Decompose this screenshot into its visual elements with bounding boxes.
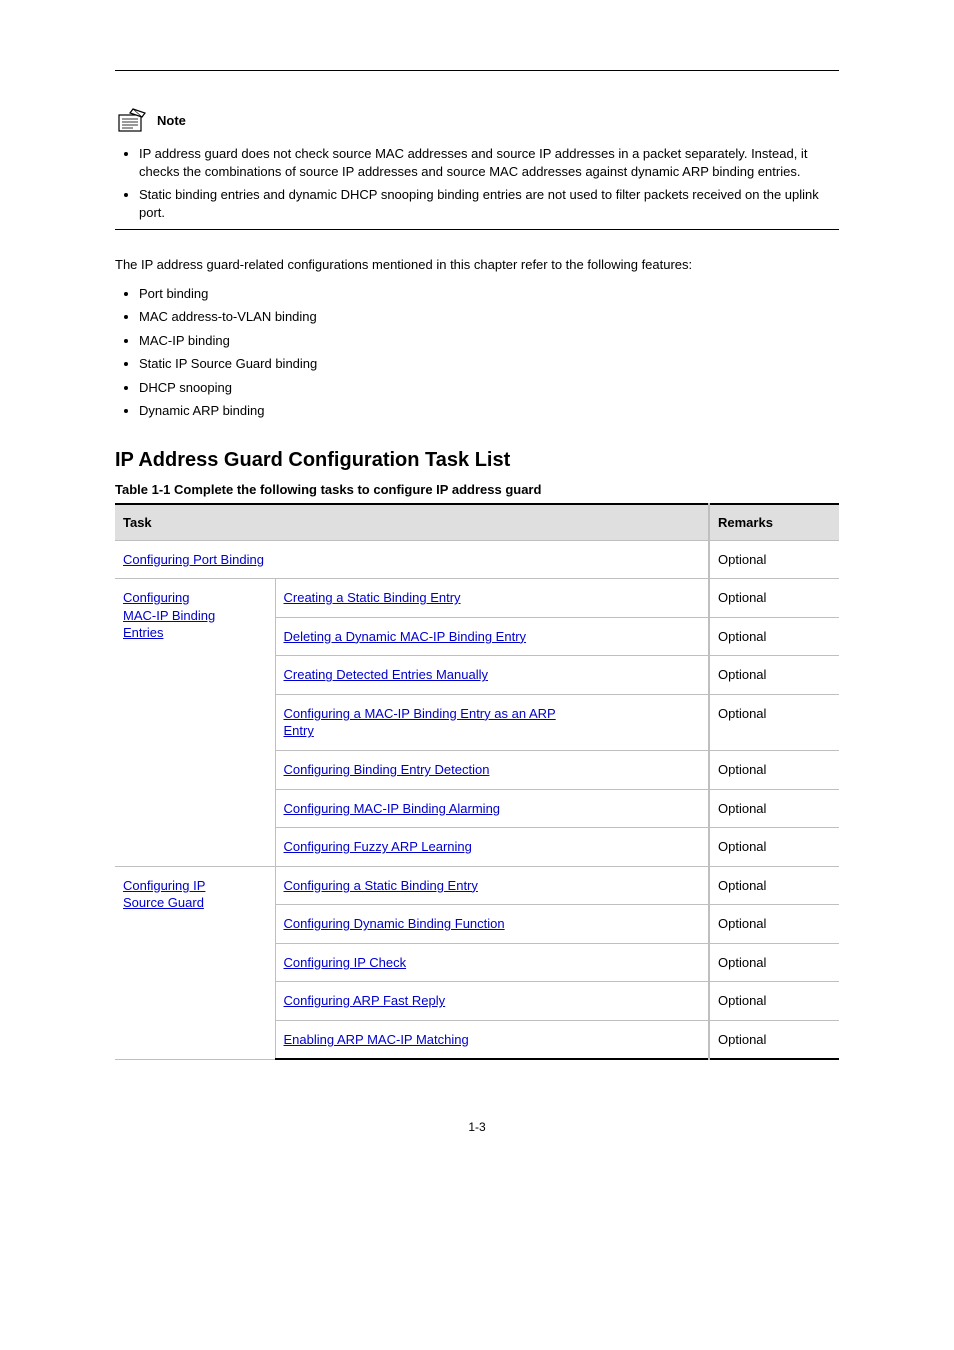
subtask-cell: Configuring Binding Entry Detection — [275, 751, 709, 790]
subtask-cell: Configuring Dynamic Binding Function — [275, 905, 709, 944]
remarks-cell: Optional — [709, 694, 839, 750]
subtask-cell: Configuring ARP Fast Reply — [275, 982, 709, 1021]
link-creating-static-binding-entry[interactable]: Creating a Static Binding Entry — [284, 590, 461, 605]
link-creating-detected-entries[interactable]: Creating Detected Entries Manually — [284, 667, 489, 682]
subtask-cell: Configuring MAC-IP Binding Alarming — [275, 789, 709, 828]
page-number: 1-3 — [115, 1120, 839, 1134]
note-label: Note — [157, 113, 186, 128]
remarks-cell: Optional — [709, 1020, 839, 1059]
table-row: Configuring MAC-IP Binding Entries Creat… — [115, 579, 839, 618]
remarks-cell: Optional — [709, 579, 839, 618]
link-line: Source Guard — [123, 895, 204, 910]
feature-item: Static IP Source Guard binding — [139, 354, 839, 374]
link-line: Configuring IP — [123, 878, 205, 893]
table-row: Configuring IP Source Guard Configuring … — [115, 866, 839, 905]
task-cell: Configuring Port Binding — [115, 540, 709, 579]
note-list: IP address guard does not check source M… — [139, 145, 839, 221]
remarks-cell: Optional — [709, 866, 839, 905]
feature-item: MAC-IP binding — [139, 331, 839, 351]
link-line: Configuring — [123, 590, 190, 605]
feature-item: Dynamic ARP binding — [139, 401, 839, 421]
subtask-cell: Configuring a Static Binding Entry — [275, 866, 709, 905]
feature-item: Port binding — [139, 284, 839, 304]
feature-item: MAC address-to-VLAN binding — [139, 307, 839, 327]
subtask-cell: Configuring IP Check — [275, 943, 709, 982]
subtask-cell: Configuring Fuzzy ARP Learning — [275, 828, 709, 867]
subtask-cell: Deleting a Dynamic MAC-IP Binding Entry — [275, 617, 709, 656]
remarks-cell: Optional — [709, 982, 839, 1021]
link-dynamic-binding-function[interactable]: Configuring Dynamic Binding Function — [284, 916, 505, 931]
table-header-row: Task Remarks — [115, 504, 839, 541]
col-remarks: Remarks — [709, 504, 839, 541]
note-header: Note — [115, 107, 839, 133]
col-task: Task — [115, 504, 709, 541]
remarks-cell: Optional — [709, 540, 839, 579]
remarks-cell: Optional — [709, 828, 839, 867]
link-line: Entry — [284, 723, 314, 738]
task-group-ip-source-guard: Configuring IP Source Guard — [115, 866, 275, 1059]
intro-paragraph: The IP address guard-related configurati… — [115, 256, 839, 274]
link-fuzzy-arp-learning[interactable]: Configuring Fuzzy ARP Learning — [284, 839, 472, 854]
table-caption: Table 1-1 Complete the following tasks t… — [115, 482, 839, 497]
note-item: Static binding entries and dynamic DHCP … — [139, 186, 839, 221]
link-static-binding-entry-2[interactable]: Configuring a Static Binding Entry — [284, 878, 478, 893]
link-arp-mac-ip-matching[interactable]: Enabling ARP MAC-IP Matching — [284, 1032, 469, 1047]
remarks-cell: Optional — [709, 656, 839, 695]
link-mac-ip-as-arp-entry[interactable]: Configuring a MAC-IP Binding Entry as an… — [284, 706, 556, 739]
task-table: Task Remarks Configuring Port Binding Op… — [115, 503, 839, 1061]
link-configuring-mac-ip-binding-entries[interactable]: Configuring MAC-IP Binding Entries — [123, 590, 215, 640]
subtask-cell: Creating Detected Entries Manually — [275, 656, 709, 695]
spacer — [115, 87, 839, 107]
remarks-cell: Optional — [709, 751, 839, 790]
link-configuring-ip-source-guard[interactable]: Configuring IP Source Guard — [123, 878, 205, 911]
note-bottom-rule — [115, 229, 839, 230]
top-rule — [115, 70, 839, 71]
note-icon — [115, 107, 149, 133]
link-mac-ip-binding-alarming[interactable]: Configuring MAC-IP Binding Alarming — [284, 801, 501, 816]
remarks-cell: Optional — [709, 905, 839, 944]
note-item: IP address guard does not check source M… — [139, 145, 839, 180]
link-binding-entry-detection[interactable]: Configuring Binding Entry Detection — [284, 762, 490, 777]
table-row: Configuring Port Binding Optional — [115, 540, 839, 579]
link-deleting-dynamic-mac-ip[interactable]: Deleting a Dynamic MAC-IP Binding Entry — [284, 629, 527, 644]
remarks-cell: Optional — [709, 789, 839, 828]
link-arp-fast-reply[interactable]: Configuring ARP Fast Reply — [284, 993, 446, 1008]
subtask-cell: Enabling ARP MAC-IP Matching — [275, 1020, 709, 1059]
link-line: MAC-IP Binding — [123, 608, 215, 623]
subtask-cell: Creating a Static Binding Entry — [275, 579, 709, 618]
feature-item: DHCP snooping — [139, 378, 839, 398]
link-line: Configuring a MAC-IP Binding Entry as an… — [284, 706, 556, 721]
feature-list: Port binding MAC address-to-VLAN binding… — [139, 284, 839, 421]
remarks-cell: Optional — [709, 617, 839, 656]
link-ip-check[interactable]: Configuring IP Check — [284, 955, 407, 970]
task-group-mac-ip: Configuring MAC-IP Binding Entries — [115, 579, 275, 866]
remarks-cell: Optional — [709, 943, 839, 982]
link-line: Entries — [123, 625, 163, 640]
section-heading: IP Address Guard Configuration Task List — [115, 449, 839, 472]
page-container: Note IP address guard does not check sou… — [0, 0, 954, 1174]
subtask-cell: Configuring a MAC-IP Binding Entry as an… — [275, 694, 709, 750]
link-configuring-port-binding[interactable]: Configuring Port Binding — [123, 552, 264, 567]
